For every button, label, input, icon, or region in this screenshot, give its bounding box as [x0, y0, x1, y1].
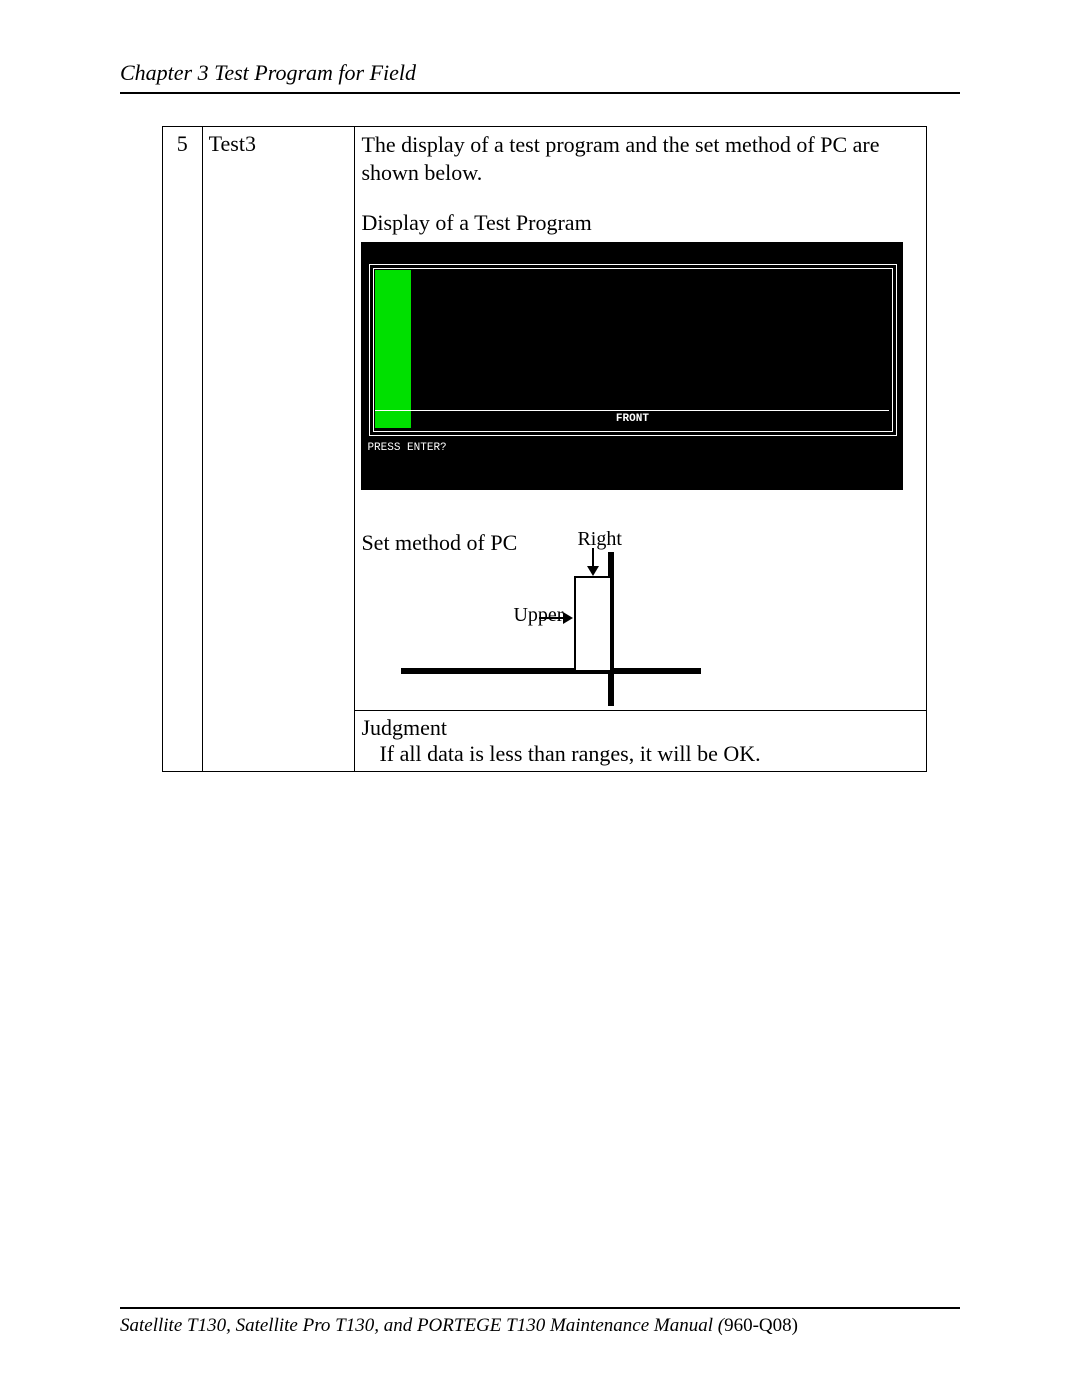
footer-docno: 960-Q08) — [724, 1315, 798, 1336]
arrow-down-icon — [586, 548, 606, 578]
screen-front-label: FRONT — [361, 413, 903, 425]
screen-press-enter: PRESS ENTER? — [367, 442, 446, 454]
test-program-screenshot: FRONT PRESS ENTER? — [361, 242, 903, 490]
page-footer: Satellite T130, Satellite Pro T130, and … — [120, 1307, 960, 1337]
page-header: Chapter 3 Test Program for Field — [120, 60, 960, 94]
footer-title: Satellite T130, Satellite Pro T130, and … — [120, 1315, 724, 1336]
row-number: 5 — [163, 127, 203, 772]
judgment-heading: Judgment — [361, 715, 447, 740]
row-test-name: Test3 — [202, 127, 355, 772]
row-description-cell: The display of a test program and the se… — [355, 127, 927, 711]
green-bar-icon — [375, 270, 411, 428]
content-table: 5 Test3 The display of a test program an… — [162, 126, 927, 772]
judgment-cell: Judgment If all data is less than ranges… — [355, 711, 927, 772]
judgment-body: If all data is less than ranges, it will… — [361, 741, 760, 767]
display-caption: Display of a Test Program — [361, 210, 920, 236]
intro-text: The display of a test program and the se… — [361, 131, 920, 186]
arrow-right-icon — [539, 610, 577, 626]
set-method-caption: Set method of PC — [361, 530, 517, 556]
set-method-diagram: Set method of PC Right Upper — [361, 530, 901, 706]
